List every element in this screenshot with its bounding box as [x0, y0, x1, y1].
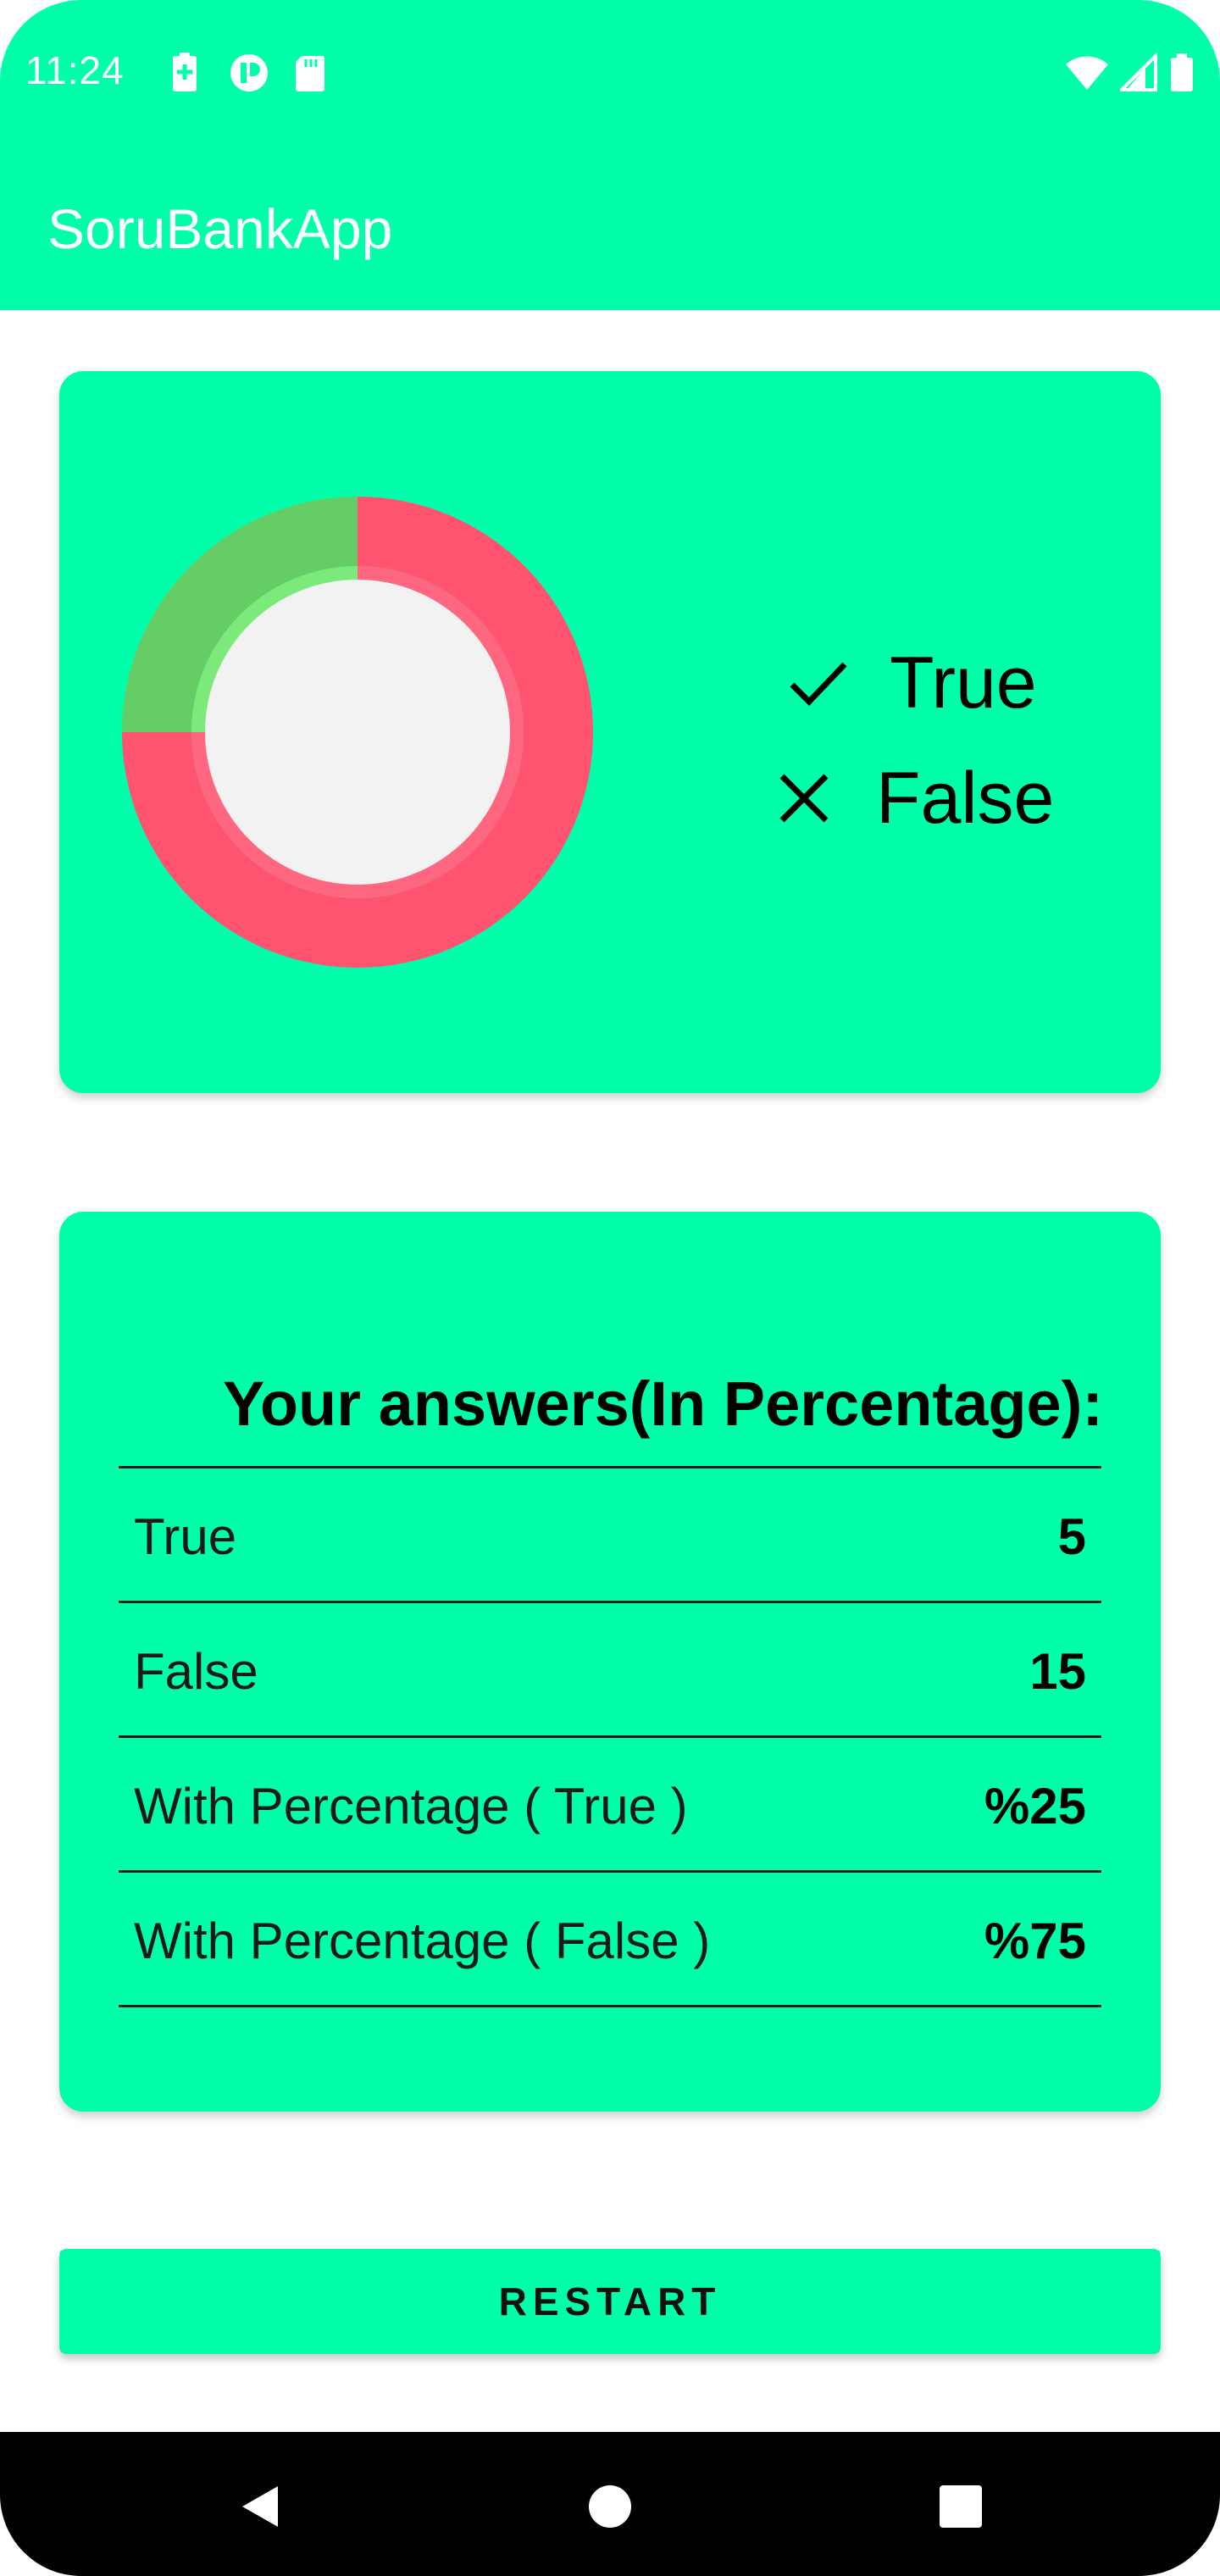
back-icon[interactable]	[227, 2473, 295, 2540]
row-label: True	[134, 1508, 237, 1565]
battery-icon	[1167, 53, 1196, 93]
sd-card-icon	[291, 53, 329, 93]
chart-legend: True False	[779, 625, 1054, 856]
legend-item-true: True	[779, 625, 1054, 741]
wifi-icon	[1064, 53, 1110, 93]
app-bar: 11:24 SoruBankApp	[0, 0, 1220, 310]
status-bar: 11:24	[0, 0, 1220, 149]
recents-icon[interactable]	[927, 2473, 995, 2540]
donut-center	[205, 580, 510, 885]
answers-card: Your answers(In Percentage): True 5 Fals…	[59, 1212, 1161, 2112]
status-time: 11:24	[25, 48, 125, 92]
row-value: 5	[1057, 1508, 1086, 1565]
checkmark-icon	[779, 645, 856, 721]
table-row: True 5	[119, 1468, 1101, 1603]
app-notification-icon	[229, 53, 268, 93]
row-label: With Percentage ( False )	[134, 1913, 711, 1969]
row-value: %75	[984, 1913, 1086, 1969]
navigation-bar	[0, 2432, 1220, 2576]
battery-charging-icon	[166, 53, 203, 93]
row-label: False	[134, 1643, 258, 1700]
legend-label-true: True	[890, 641, 1037, 724]
answers-title: Your answers(In Percentage):	[222, 1368, 1103, 1439]
home-icon[interactable]	[576, 2473, 644, 2540]
table-row: With Percentage ( False ) %75	[119, 1873, 1101, 2007]
row-value: %25	[984, 1778, 1086, 1835]
app-title: SoruBankApp	[47, 197, 393, 260]
phone-screen: 11:24 SoruBankApp True False Your answer…	[0, 0, 1220, 2576]
row-label: With Percentage ( True )	[134, 1778, 688, 1835]
table-row: False 15	[119, 1603, 1101, 1738]
close-icon	[766, 760, 842, 836]
answers-table: True 5 False 15 With Percentage ( True )…	[119, 1468, 1101, 2007]
cell-signal-icon	[1117, 52, 1157, 93]
chart-card: True False	[59, 371, 1161, 1093]
donut-chart	[122, 497, 593, 968]
table-row: With Percentage ( True ) %25	[119, 1738, 1101, 1873]
legend-label-false: False	[876, 757, 1055, 839]
legend-item-false: False	[766, 741, 1054, 856]
row-value: 15	[1029, 1643, 1086, 1700]
restart-button[interactable]: RESTART	[59, 2249, 1161, 2354]
